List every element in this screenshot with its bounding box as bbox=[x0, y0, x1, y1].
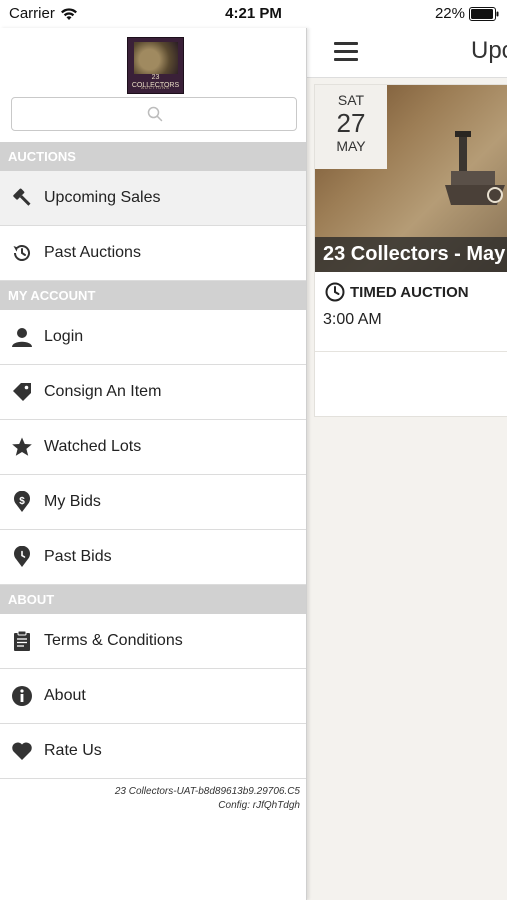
menu-item-consign-an-item[interactable]: Consign An Item bbox=[0, 365, 306, 420]
main-content: Upc SAT 27 MAY 23 Collectors - May TI bbox=[307, 28, 507, 900]
dollar-pin-icon: $ bbox=[14, 491, 30, 512]
status-time: 4:21 PM bbox=[225, 5, 282, 22]
page-title: Upc bbox=[471, 37, 507, 64]
menu-label: Terms & Conditions bbox=[44, 632, 183, 649]
auction-title: 23 Collectors - May bbox=[315, 237, 507, 272]
menu-item-watched-lots[interactable]: Watched Lots bbox=[0, 420, 306, 475]
auction-type: TIMED AUCTION bbox=[325, 282, 469, 302]
date-weekday: SAT bbox=[337, 92, 365, 108]
menu-label: Past Bids bbox=[44, 548, 112, 565]
auction-card[interactable]: SAT 27 MAY 23 Collectors - May TIMED AUC… bbox=[314, 84, 507, 417]
menu-label: Rate Us bbox=[44, 742, 102, 759]
auction-type-label: TIMED AUCTION bbox=[350, 283, 469, 301]
menu-label: Consign An Item bbox=[44, 383, 162, 400]
status-bar: Carrier 4:21 PM 22% bbox=[0, 0, 507, 28]
auction-time: 3:00 AM bbox=[323, 311, 382, 328]
svg-text:$: $ bbox=[19, 496, 25, 507]
date-day: 27 bbox=[336, 108, 366, 138]
build-version: 23 Collectors-UAT-b8d89613b9.29706.C5 bbox=[114, 786, 300, 797]
document-icon bbox=[14, 630, 30, 651]
menu-label: Upcoming Sales bbox=[44, 189, 161, 206]
battery-icon bbox=[469, 6, 499, 21]
star-icon bbox=[12, 437, 32, 456]
menu-item-login[interactable]: Login bbox=[0, 310, 306, 365]
side-drawer: 23 COLLECTORS AUCTIONS AUCTIONS Upcoming… bbox=[0, 28, 307, 900]
section-header-auctions: AUCTIONS bbox=[0, 142, 306, 171]
battery-percent: 22% bbox=[434, 5, 465, 22]
version-info: 23 Collectors-UAT-b8d89613b9.29706.C5 Co… bbox=[115, 785, 300, 813]
gavel-icon bbox=[13, 188, 31, 206]
menu-item-past-auctions[interactable]: Past Auctions bbox=[0, 226, 306, 281]
main-header: Upc bbox=[307, 28, 507, 78]
menu-label: My Bids bbox=[44, 493, 101, 510]
auction-image: SAT 27 MAY 23 Collectors - May bbox=[315, 85, 507, 272]
user-icon bbox=[12, 328, 32, 347]
search-field[interactable] bbox=[11, 97, 297, 131]
app-logo: 23 COLLECTORS AUCTIONS bbox=[127, 37, 184, 94]
card-divider bbox=[315, 351, 507, 352]
menu-item-terms-conditions[interactable]: Terms & Conditions bbox=[0, 614, 306, 669]
heart-icon bbox=[12, 742, 32, 760]
menu-label: Watched Lots bbox=[44, 438, 142, 455]
clock-pin-icon bbox=[14, 546, 30, 567]
menu-label: Past Auctions bbox=[44, 244, 141, 261]
menu-item-upcoming-sales[interactable]: Upcoming Sales bbox=[0, 171, 306, 226]
ship-illustration bbox=[445, 131, 505, 205]
menu-item-past-bids[interactable]: Past Bids bbox=[0, 530, 306, 585]
clock-icon bbox=[325, 282, 345, 302]
section-header-my-account: MY ACCOUNT bbox=[0, 281, 306, 310]
menu-item-about[interactable]: About bbox=[0, 669, 306, 724]
menu-label: Login bbox=[44, 328, 84, 345]
date-badge: SAT 27 MAY bbox=[315, 85, 387, 169]
tag-icon bbox=[13, 383, 31, 401]
search-icon bbox=[147, 106, 163, 122]
history-icon bbox=[13, 245, 30, 261]
config-label: Config: rJfQhTdgh bbox=[218, 800, 300, 811]
section-header-about: ABOUT bbox=[0, 585, 306, 614]
date-month: MAY bbox=[336, 138, 366, 154]
menu-label: About bbox=[44, 687, 86, 704]
info-icon bbox=[12, 686, 32, 706]
logo-subtext: AUCTIONS bbox=[141, 85, 170, 90]
menu-icon[interactable] bbox=[334, 42, 358, 62]
logo-art bbox=[134, 42, 178, 74]
battery-indicator: 22% bbox=[435, 5, 499, 22]
menu-item-my-bids[interactable]: $ My Bids bbox=[0, 475, 306, 530]
menu-item-rate-us[interactable]: Rate Us bbox=[0, 724, 306, 779]
